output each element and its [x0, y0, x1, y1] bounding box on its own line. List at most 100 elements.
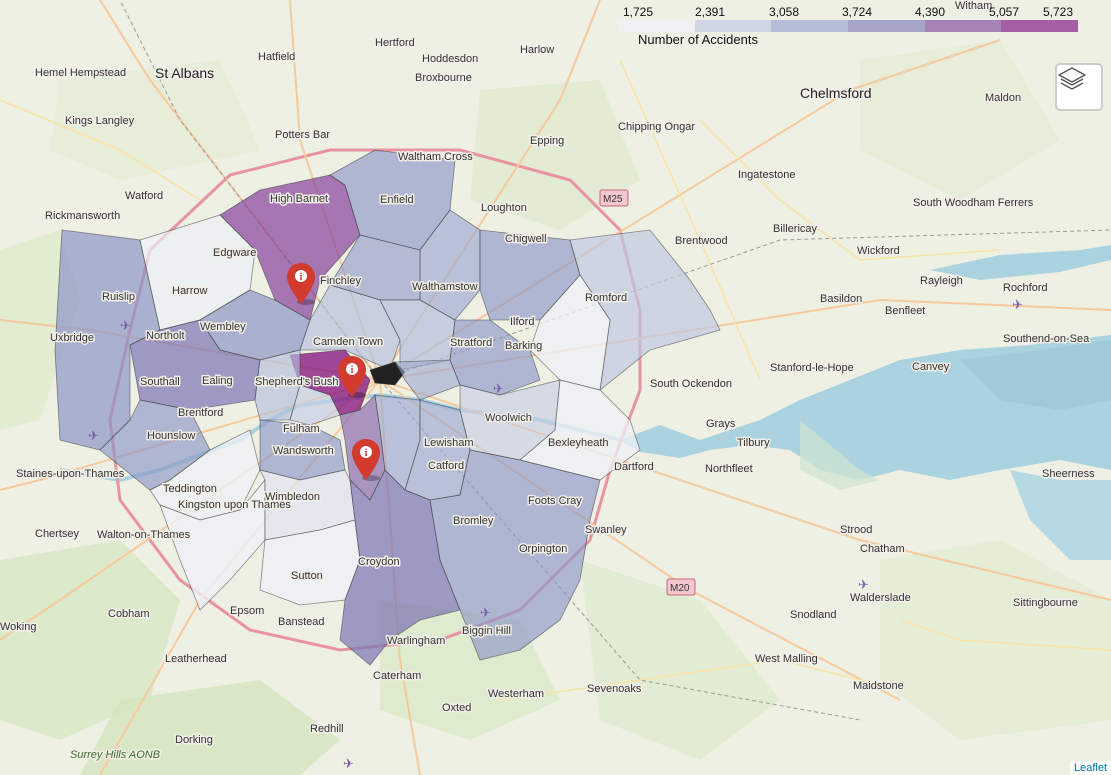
legend-color-swatch: [618, 20, 695, 32]
label-borough: High Barnet: [270, 193, 328, 205]
label-borough: Wembley: [200, 321, 246, 333]
label-borough: Hounslow: [147, 430, 195, 442]
legend-color-swatch: [924, 20, 1002, 32]
map-marker-westminster[interactable]: i: [337, 355, 367, 399]
label-borough: Barking: [505, 340, 542, 352]
label-town: Billericay: [773, 223, 818, 235]
label-town: Waltham Cross: [398, 151, 473, 163]
legend-tick: 2,391: [694, 5, 726, 19]
label-borough: Brentford: [178, 407, 223, 419]
label-town: Epping: [530, 135, 564, 147]
label-town: Chertsey: [35, 528, 80, 540]
label-borough: Foots Cray: [528, 495, 582, 507]
map-container[interactable]: St Albans Chelmsford Hemel Hempstead Hat…: [0, 0, 1111, 775]
label-borough: Sutton: [291, 570, 323, 582]
label-borough: Orpington: [519, 543, 567, 555]
leaflet-attribution-link[interactable]: Leaflet: [1069, 761, 1111, 775]
label-town: Hoddesdon: [422, 53, 478, 65]
label-borough: Ealing: [202, 375, 233, 387]
base-map: St Albans Chelmsford Hemel Hempstead Hat…: [0, 0, 1111, 775]
label-town: Strood: [840, 524, 872, 536]
label-borough: Fulham: [283, 423, 320, 435]
label-town: Snodland: [790, 609, 837, 621]
legend-tick: 1,725: [622, 5, 654, 19]
map-marker-icon: i: [287, 263, 315, 305]
airport-icon: ✈: [858, 577, 869, 592]
airport-icon: ✈: [1012, 297, 1023, 312]
label-borough: Wimbledon: [265, 491, 320, 503]
label-borough: Edgware: [213, 247, 256, 259]
layers-icon: [1058, 67, 1086, 90]
airport-icon: ✈: [493, 381, 504, 396]
airport-icon: ✈: [343, 756, 354, 771]
label-town: Dartford: [614, 461, 654, 473]
label-borough: Harrow: [172, 285, 208, 297]
label-town: Kings Langley: [65, 115, 135, 127]
label-town: Basildon: [820, 293, 862, 305]
label-borough: Woolwich: [485, 412, 532, 424]
label-town: Grays: [706, 418, 736, 430]
label-borough: Northolt: [146, 330, 185, 342]
label-town: Staines-upon-Thames: [16, 468, 125, 480]
airport-icon: ✈: [88, 428, 99, 443]
label-town: Maidstone: [853, 680, 904, 692]
label-borough: Shepherd's Bush: [255, 376, 338, 388]
label-chelmsford: Chelmsford: [800, 85, 872, 101]
legend-color-swatch: [848, 20, 925, 32]
map-marker-lambeth[interactable]: i: [351, 438, 381, 482]
label-borough: Lewisham: [424, 437, 474, 449]
label-town: Cobham: [108, 608, 150, 620]
label-borough: Walthamstow: [412, 281, 478, 293]
map-marker-barnet[interactable]: i: [286, 262, 316, 306]
label-town: Rickmansworth: [45, 210, 120, 222]
label-borough: Romford: [585, 292, 627, 304]
label-town: Woking: [0, 621, 36, 633]
label-st-albans: St Albans: [155, 65, 214, 81]
legend-tick: 3,058: [768, 5, 800, 19]
layers-control-button[interactable]: [1055, 63, 1103, 111]
airport-icon: ✈: [480, 605, 491, 620]
label-borough: Catford: [428, 460, 464, 472]
legend-title: Number of Accidents: [638, 32, 758, 47]
legend-color-swatch: [1001, 20, 1079, 32]
label-town: Redhill: [310, 723, 344, 735]
label-borough: Biggin Hill: [462, 625, 511, 637]
label-town: South Ockendon: [650, 378, 732, 390]
label-town: Tilbury: [737, 437, 770, 449]
label-town: Sevenoaks: [587, 683, 642, 695]
label-borough: Stratford: [450, 337, 492, 349]
label-town: Chigwell: [505, 233, 547, 245]
label-town: Stanford-le-Hope: [770, 362, 854, 374]
label-town: Rochford: [1003, 282, 1048, 294]
label-town: Epsom: [230, 605, 264, 617]
label-town: Canvey: [912, 361, 950, 373]
label-town: Northfleet: [705, 463, 753, 475]
label-borough: Camden Town: [313, 336, 383, 348]
label-town: Leatherhead: [165, 653, 227, 665]
label-town: Dorking: [175, 734, 213, 746]
label-town: Hertford: [375, 37, 415, 49]
label-borough: Ilford: [510, 316, 534, 328]
map-marker-icon: i: [338, 356, 366, 398]
label-borough: Ruislip: [102, 291, 135, 303]
label-town: Southend-on-Sea: [1003, 333, 1090, 345]
label-town: Loughton: [481, 202, 527, 214]
label-town: Brentwood: [675, 235, 728, 247]
svg-text:M25: M25: [603, 194, 623, 205]
color-legend: 1,725 2,391 3,058 3,724 4,390 5,057 5,72…: [618, 4, 1080, 48]
label-town: South Woodham Ferrers: [913, 197, 1034, 209]
label-town: Hatfield: [258, 51, 295, 63]
label-town: Broxbourne: [415, 72, 472, 84]
legend-color-swatch: [694, 20, 772, 32]
label-borough: Southall: [140, 376, 180, 388]
label-borough: Warlingham: [387, 635, 445, 647]
label-town: Westerham: [488, 688, 544, 700]
label-borough: Wandsworth: [273, 445, 334, 457]
legend-tick: 4,390: [914, 5, 946, 19]
label-town: Walton-on-Thames: [97, 529, 191, 541]
label-town: Surrey Hills AONB: [70, 749, 160, 761]
label-borough: Teddington: [163, 483, 217, 495]
info-icon: i: [300, 272, 303, 283]
label-town: Chipping Ongar: [618, 121, 695, 133]
info-icon: i: [365, 448, 368, 459]
